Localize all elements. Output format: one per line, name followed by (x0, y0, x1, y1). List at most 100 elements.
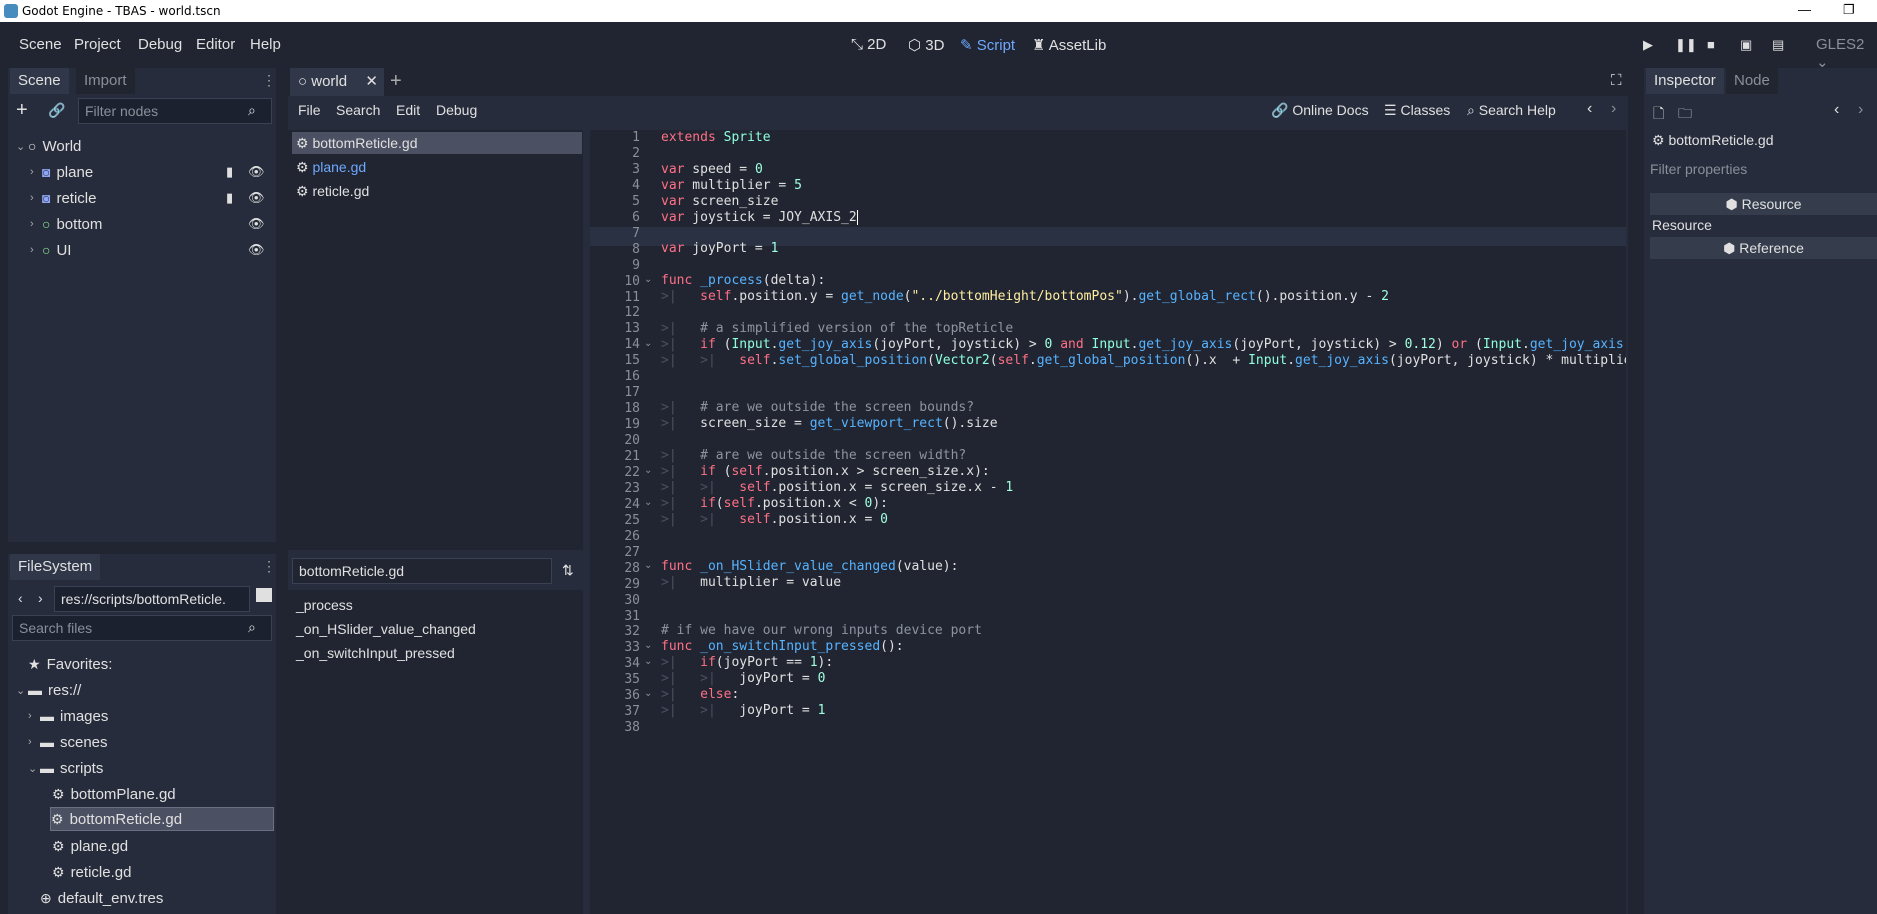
chevron-right-icon[interactable]: › (30, 192, 42, 204)
fold-arrow-icon[interactable]: ⌄ (644, 688, 652, 699)
script-attached-icon[interactable]: ▮ (226, 190, 233, 206)
classes-button[interactable]: ☰ Classes (1384, 102, 1450, 119)
visibility-eye-icon[interactable]: 👁 (248, 216, 265, 232)
visibility-eye-icon[interactable]: 👁 (248, 164, 265, 180)
script-menu-debug[interactable]: Debug (436, 102, 477, 118)
close-icon[interactable]: ✕ (365, 72, 378, 90)
fold-arrow-icon[interactable]: ⌄ (644, 560, 652, 571)
script-item-plane[interactable]: ⚙ plane.gd (292, 156, 370, 178)
chevron-right-icon[interactable]: › (1611, 100, 1616, 118)
tab-filesystem[interactable]: FileSystem (10, 554, 101, 580)
workspace-assetlib[interactable]: ♜ AssetLib (1032, 36, 1106, 54)
file-reticle[interactable]: ⚙ reticle.gd (52, 860, 131, 884)
chevron-right-icon[interactable]: › (28, 710, 40, 722)
favorites-item[interactable]: ★ Favorites: (28, 652, 112, 676)
add-node-icon[interactable]: + (16, 99, 28, 122)
add-tab-icon[interactable]: + (390, 70, 402, 93)
fullscreen-icon[interactable]: ⛶ (1611, 72, 1622, 89)
workspace-2d[interactable]: ⤡ 2D (851, 36, 886, 53)
stop-icon[interactable]: ■ (1707, 38, 1721, 52)
pause-icon[interactable]: ❚❚ (1675, 38, 1697, 52)
play-scene-icon[interactable]: ▣ (1740, 38, 1754, 52)
tree-node-plane[interactable]: › ◙ plane (30, 160, 93, 184)
chevron-right-icon[interactable]: › (28, 736, 40, 748)
method-filter-input[interactable]: bottomReticle.gd (292, 558, 552, 584)
link-icon[interactable]: 🔗 (48, 102, 65, 119)
visibility-eye-icon[interactable]: 👁 (248, 190, 265, 206)
renderer-select[interactable]: GLES2 ⌄ (1816, 36, 1877, 71)
file-plane[interactable]: ⚙ plane.gd (52, 834, 128, 858)
folder-images[interactable]: › ▬ images (28, 704, 108, 728)
play-custom-icon[interactable]: ▤ (1772, 38, 1786, 52)
fold-arrow-icon[interactable]: ⌄ (644, 656, 652, 667)
workspace-script[interactable]: ✎ Script (960, 36, 1015, 54)
chevron-down-icon[interactable]: ⌄ (16, 684, 28, 697)
open-folder-icon[interactable]: 🗀 (1678, 103, 1692, 127)
visibility-eye-icon[interactable]: 👁 (248, 242, 265, 258)
chevron-right-icon[interactable]: › (30, 166, 42, 178)
tree-node-world[interactable]: ⌄ ○ World (16, 134, 81, 158)
tab-scene[interactable]: Scene (10, 68, 69, 94)
chevron-right-icon[interactable]: › (30, 218, 42, 230)
folder-scripts[interactable]: ⌄ ▬ scripts (28, 756, 103, 780)
play-icon[interactable]: ▶ (1643, 38, 1657, 52)
restore-button[interactable]: ❐ (1843, 2, 1855, 18)
chevron-right-icon[interactable]: › (38, 590, 43, 606)
sort-icon[interactable]: ⇅ (562, 562, 574, 579)
tab-node[interactable]: Node (1726, 68, 1778, 94)
menu-scene[interactable]: Scene (19, 36, 62, 53)
chevron-right-icon[interactable]: › (30, 244, 42, 256)
script-menu-search[interactable]: Search (336, 102, 380, 118)
tree-node-reticle[interactable]: › ◙ reticle (30, 186, 96, 210)
reference-section-button[interactable]: ⬢ Reference (1650, 237, 1877, 259)
menu-editor[interactable]: Editor (196, 36, 235, 53)
search-files-input[interactable]: Search files (12, 615, 272, 641)
online-docs-button[interactable]: 🔗 Online Docs (1271, 102, 1369, 119)
resource-section-button[interactable]: ⬢ Resource (1650, 193, 1877, 215)
tree-node-bottom[interactable]: › ○ bottom (30, 212, 102, 236)
filter-nodes-input[interactable]: Filter nodes (78, 98, 272, 124)
new-resource-icon[interactable]: 🗋 (1653, 103, 1664, 127)
path-input[interactable]: res://scripts/bottomReticle. (54, 586, 250, 612)
search-help-button[interactable]: ⌕ Search Help (1467, 102, 1556, 119)
chevron-left-icon[interactable]: ‹ (18, 590, 23, 606)
fold-arrow-icon[interactable]: ⌄ (644, 497, 652, 508)
tree-node-ui[interactable]: › ○ UI (30, 238, 71, 262)
method-item[interactable]: _on_HSlider_value_changed (292, 618, 480, 640)
script-attached-icon[interactable]: ▮ (226, 164, 233, 180)
method-item[interactable]: _on_switchInput_pressed (292, 642, 459, 664)
script-item-reticle[interactable]: ⚙ reticle.gd (292, 180, 373, 202)
res-root-item[interactable]: ⌄ ▬ res:// (16, 678, 81, 702)
filter-properties-input[interactable]: Filter properties (1644, 157, 1877, 183)
dock-menu-icon[interactable]: ⋮ (262, 558, 276, 575)
tab-world[interactable]: ○ world ✕ (290, 68, 384, 96)
tab-inspector[interactable]: Inspector (1646, 68, 1724, 94)
chevron-left-icon[interactable]: ‹ (1834, 101, 1839, 119)
chevron-down-icon[interactable]: ⌄ (16, 140, 28, 153)
file-bottomplane[interactable]: ⚙ bottomPlane.gd (52, 782, 176, 806)
file-default-env[interactable]: ⊕ default_env.tres (40, 886, 163, 910)
godot-logo-icon (4, 4, 18, 18)
script-menu-file[interactable]: File (298, 102, 321, 118)
file-bottomreticle[interactable]: ⚙ bottomReticle.gd (50, 807, 274, 831)
script-item-bottomreticle[interactable]: ⚙ bottomReticle.gd (292, 132, 582, 154)
chevron-right-icon[interactable]: › (1858, 101, 1863, 119)
menu-help[interactable]: Help (250, 36, 281, 53)
fold-arrow-icon[interactable]: ⌄ (644, 338, 652, 349)
chevron-down-icon[interactable]: ⌄ (28, 762, 40, 775)
method-item[interactable]: _process (292, 594, 357, 616)
split-view-icon[interactable] (256, 588, 272, 602)
fold-arrow-icon[interactable]: ⌄ (644, 465, 652, 476)
dock-menu-icon[interactable]: ⋮ (262, 72, 276, 89)
minimize-button[interactable]: — (1798, 2, 1811, 17)
chevron-left-icon[interactable]: ‹ (1587, 100, 1592, 118)
folder-scenes[interactable]: › ▬ scenes (28, 730, 108, 754)
tab-import[interactable]: Import (76, 68, 135, 94)
menu-project[interactable]: Project (74, 36, 121, 53)
workspace-3d[interactable]: ⬡ 3D (908, 36, 944, 54)
menu-debug[interactable]: Debug (138, 36, 182, 53)
fold-arrow-icon[interactable]: ⌄ (644, 640, 652, 651)
script-menu-edit[interactable]: Edit (396, 102, 420, 118)
fold-arrow-icon[interactable]: ⌄ (644, 274, 652, 285)
code-area[interactable]: 1 2 3 4 5 6 7 8 9 10 11 12 13 14 15 16 17 18 19 20 21 22 23 24 2… (590, 130, 1626, 914)
